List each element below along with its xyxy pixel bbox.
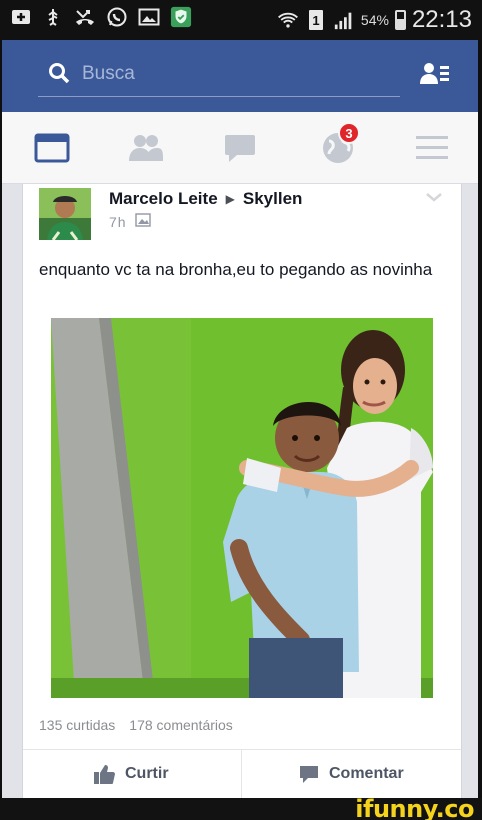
shield-icon — [170, 6, 192, 28]
battery-percent: 54% — [360, 12, 389, 28]
missed-call-icon — [74, 6, 96, 28]
comment-button[interactable]: Comentar — [299, 750, 404, 798]
comments-count[interactable]: 178 comentários — [129, 717, 233, 733]
gallery-icon — [138, 6, 160, 28]
avatar[interactable] — [39, 188, 91, 240]
post-card: Marcelo Leite ▶ Skyllen 7h enquanto vc t… — [22, 184, 462, 798]
post-text: enquanto vc ta na bronha,eu to pegando a… — [39, 260, 433, 279]
friend-requests-icon[interactable] — [420, 62, 450, 91]
post-photo[interactable] — [51, 318, 433, 698]
tab-messages[interactable] — [220, 130, 260, 166]
comment-icon — [300, 766, 318, 783]
tab-notifications[interactable]: 3 — [318, 122, 360, 166]
hamburger-icon — [416, 136, 448, 159]
battery-icon — [394, 10, 406, 30]
like-label: Curtir — [125, 765, 169, 782]
search-input[interactable]: Busca — [82, 63, 135, 85]
usb-icon — [42, 6, 64, 28]
arrow-right-icon: ▶ — [225, 192, 235, 206]
tab-friends[interactable] — [126, 130, 166, 166]
like-button[interactable]: Curtir — [93, 750, 169, 798]
reaction-counts: 135 curtidas 178 comentários — [39, 717, 233, 733]
likes-count[interactable]: 135 curtidas — [39, 717, 115, 733]
svg-text:1: 1 — [312, 13, 319, 28]
search-underline — [38, 96, 400, 97]
tab-bar: 3 — [2, 112, 478, 184]
post-header: Marcelo Leite ▶ Skyllen — [109, 189, 302, 209]
search-icon[interactable] — [48, 62, 70, 89]
post-time[interactable]: 7h — [109, 214, 127, 230]
tab-news-feed[interactable] — [32, 130, 72, 166]
action-divider — [241, 750, 242, 798]
post-meta: 7h — [109, 213, 151, 230]
watermark-logo: ifunny.co — [355, 795, 474, 820]
news-feed-icon — [34, 133, 70, 163]
chevron-down-icon[interactable] — [425, 190, 443, 208]
friends-icon — [129, 135, 163, 161]
thumbs-up-icon — [94, 765, 115, 784]
photo-icon — [134, 213, 151, 230]
comment-label: Comentar — [329, 765, 404, 782]
wifi-icon — [277, 9, 299, 31]
whatsapp-icon — [106, 6, 128, 28]
notification-badge: 3 — [338, 122, 360, 144]
author-name[interactable]: Marcelo Leite — [109, 189, 218, 209]
sim-icon: 1 — [305, 9, 327, 31]
signal-icon — [333, 9, 355, 31]
target-name[interactable]: Skyllen — [243, 189, 303, 209]
news-feed: Marcelo Leite ▶ Skyllen 7h enquanto vc t… — [2, 184, 478, 798]
chat-icon — [225, 135, 255, 162]
clock: 22:13 — [411, 6, 472, 33]
tab-menu[interactable] — [412, 130, 452, 166]
plus-box-icon — [10, 6, 32, 28]
status-bar: 1 54% 22:13 — [0, 0, 482, 40]
search-bar: Busca — [2, 40, 478, 112]
